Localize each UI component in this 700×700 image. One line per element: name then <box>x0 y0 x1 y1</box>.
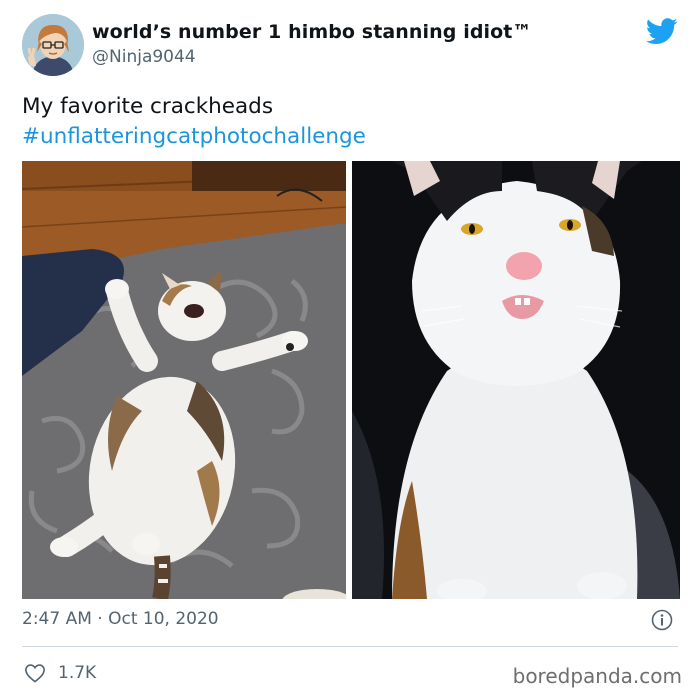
photo-cat-lying-on-rug[interactable] <box>22 161 346 599</box>
cat-lying-illustration <box>22 161 346 599</box>
cat-closeup-illustration <box>352 161 680 599</box>
like-count[interactable]: 1.7K <box>58 663 96 683</box>
user-handle[interactable]: @Ninja9044 <box>92 47 196 67</box>
tweet-text-line: My favorite crackheads <box>22 94 274 119</box>
display-name[interactable]: world’s number 1 himbo stanning idiot™ <box>92 21 532 43</box>
tweet-timestamp[interactable]: 2:47 AM · Oct 10, 2020 <box>22 609 219 629</box>
twitter-bird-icon[interactable] <box>646 18 678 45</box>
avatar-illustration <box>22 14 84 76</box>
divider <box>22 646 678 647</box>
info-icon[interactable] <box>651 609 673 631</box>
hashtag-link[interactable]: #unflatteringcatphotochallenge <box>22 122 682 152</box>
tweet-text: My favorite crackheads #unflatteringcatp… <box>22 92 682 152</box>
photo-cat-close-up[interactable] <box>352 161 680 599</box>
avatar[interactable] <box>22 14 84 76</box>
tweet-card: world’s number 1 himbo stanning idiot™ @… <box>0 0 700 700</box>
watermark: boredpanda.com <box>512 664 682 688</box>
heart-icon[interactable] <box>24 663 46 683</box>
